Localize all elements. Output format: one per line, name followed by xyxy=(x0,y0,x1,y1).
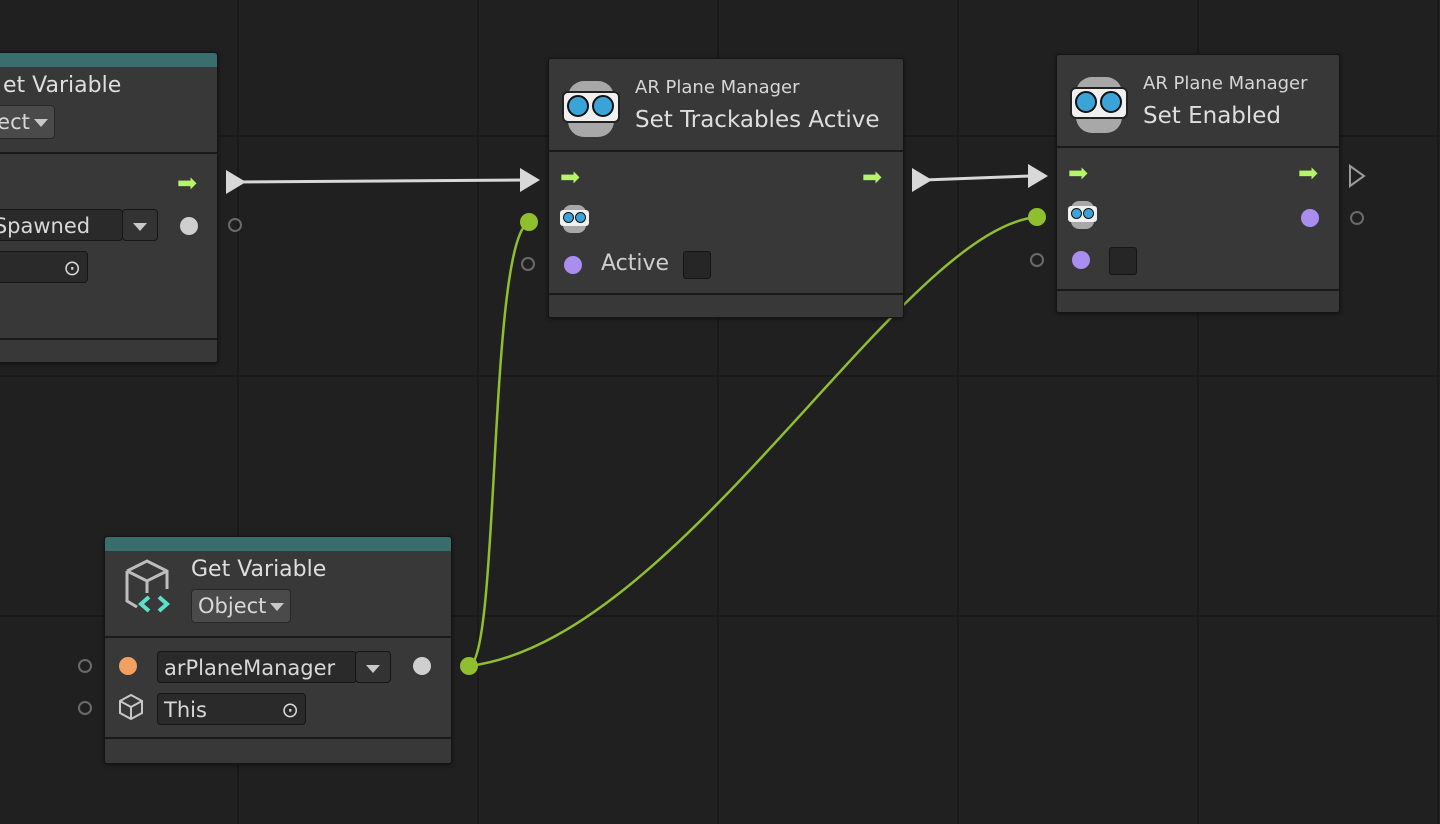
node-subtitle: AR Plane Manager xyxy=(635,77,800,98)
set-enabled-node[interactable]: AR Plane Manager Set Enabled ➡ ➡ xyxy=(1056,54,1340,313)
ar-glasses-icon xyxy=(562,81,620,137)
target-ar-glasses-icon xyxy=(560,205,589,233)
variable-name-field[interactable]: lSpawned xyxy=(0,209,123,241)
value-output-connected-port[interactable] xyxy=(460,657,478,675)
active-input-port[interactable] xyxy=(564,256,582,274)
flow-edge-1[interactable] xyxy=(226,168,540,194)
divider xyxy=(1057,146,1339,148)
value-output-ghost-port[interactable] xyxy=(228,218,242,232)
set-trackables-active-node[interactable]: AR Plane Manager Set Trackables Active ➡… xyxy=(548,58,904,318)
flow-output-port-unconnected[interactable] xyxy=(1349,164,1366,188)
node-title: Set Trackables Active xyxy=(635,107,880,133)
target-ar-glasses-icon xyxy=(1068,201,1097,229)
get-variable-node[interactable]: Get Variable Object arPlaneManager This ⊙ xyxy=(104,536,452,764)
kind-dropdown[interactable]: Object xyxy=(191,589,292,623)
flow-output-arrow-icon[interactable]: ➡ xyxy=(862,163,882,191)
active-label: Active xyxy=(601,251,670,276)
active-input-ghost-port[interactable] xyxy=(521,257,535,271)
object-edge-1[interactable] xyxy=(468,220,530,668)
target-input-port[interactable] xyxy=(1028,208,1046,226)
divider xyxy=(105,737,451,739)
flow-output-arrow-icon[interactable]: ➡ xyxy=(177,169,197,197)
target-picker-icon[interactable]: ⊙ xyxy=(63,252,81,284)
flow-edge-2[interactable] xyxy=(912,164,1048,192)
divider xyxy=(0,152,217,154)
chevron-down-icon xyxy=(270,603,285,611)
enabled-output-port[interactable] xyxy=(1301,209,1319,227)
variable-name-dropdown[interactable] xyxy=(122,209,158,241)
flow-input-arrow-icon[interactable]: ➡ xyxy=(560,163,580,191)
target-value: This xyxy=(164,698,207,722)
divider xyxy=(1057,289,1339,291)
target-picker-icon[interactable]: ⊙ xyxy=(281,694,299,726)
variable-name-field[interactable]: arPlaneManager xyxy=(157,651,357,683)
enabled-output-ghost-port[interactable] xyxy=(1350,211,1364,225)
node-title: Get Variable xyxy=(191,557,327,582)
name-input-ghost-port[interactable] xyxy=(78,659,92,673)
kind-value: Object xyxy=(198,594,267,618)
variable-name-dropdown[interactable] xyxy=(355,651,391,683)
kind-dropdown[interactable]: bject xyxy=(0,105,55,139)
target-field[interactable]: ⊙ xyxy=(0,251,88,283)
flow-input-arrow-icon[interactable]: ➡ xyxy=(1068,159,1088,187)
kind-value: bject xyxy=(0,110,30,134)
divider xyxy=(549,150,903,152)
node-header-bar xyxy=(0,53,217,67)
chevron-down-icon xyxy=(133,223,147,231)
node-title: Set Enabled xyxy=(1143,103,1282,129)
chevron-down-icon xyxy=(33,119,48,127)
chevron-down-icon xyxy=(366,665,380,673)
value-output-port[interactable] xyxy=(180,217,198,235)
target-input-ghost-port[interactable] xyxy=(78,701,92,715)
variable-name-value: arPlaneManager xyxy=(164,656,336,680)
enabled-checkbox[interactable] xyxy=(1109,247,1137,275)
node-title: et Variable xyxy=(3,73,122,98)
divider xyxy=(549,293,903,295)
variable-name-value: lSpawned xyxy=(0,214,91,238)
variable-cube-icon xyxy=(125,559,171,613)
target-field[interactable]: This ⊙ xyxy=(157,693,306,725)
target-input-port[interactable] xyxy=(520,213,538,231)
ar-glasses-icon xyxy=(1070,77,1128,133)
enabled-input-port[interactable] xyxy=(1072,251,1090,269)
flow-output-arrow-icon[interactable]: ➡ xyxy=(1298,159,1318,187)
node-subtitle: AR Plane Manager xyxy=(1143,73,1308,94)
divider xyxy=(105,636,451,638)
node-header-bar xyxy=(105,537,451,551)
name-input-port[interactable] xyxy=(119,657,137,675)
value-output-port[interactable] xyxy=(413,657,431,675)
active-checkbox[interactable] xyxy=(683,251,711,279)
set-variable-node[interactable]: et Variable bject ➡ lSpawned ⊙ xyxy=(0,52,218,363)
enabled-input-ghost-port[interactable] xyxy=(1030,253,1044,267)
divider xyxy=(0,338,217,340)
gameobject-cube-icon xyxy=(119,693,143,721)
